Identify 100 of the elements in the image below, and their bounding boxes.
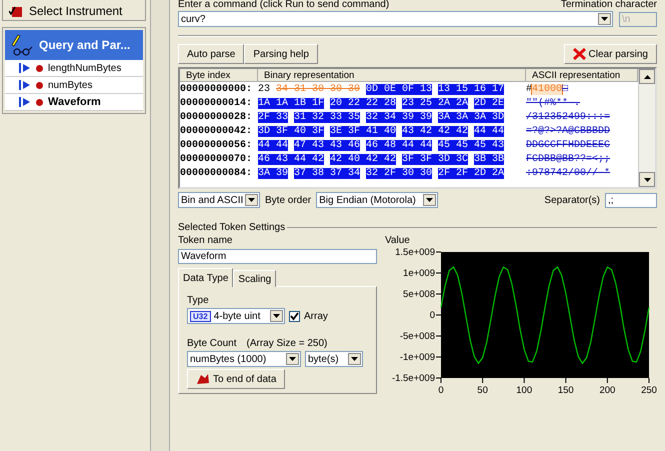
column-header: Byte index bbox=[180, 69, 258, 82]
ascii-text: DDGCCFFHDDEEEC bbox=[526, 140, 610, 150]
byte-index: 00000000000: bbox=[180, 84, 254, 94]
dropdown-button[interactable] bbox=[270, 310, 283, 322]
section-header[interactable]: Query and Par... bbox=[5, 30, 143, 60]
tree-item[interactable]: lengthNumBytes bbox=[5, 60, 143, 77]
auto-parse-button[interactable]: Auto parse bbox=[178, 44, 244, 64]
y-tick bbox=[436, 314, 442, 316]
column-header: ASCII representation bbox=[526, 69, 638, 82]
byte-group: 3B 3B bbox=[474, 154, 504, 164]
byte-order-label: Byte order bbox=[265, 194, 312, 206]
byte-count-dropdown[interactable]: numBytes (1000) bbox=[187, 351, 301, 367]
byte-group: 1A 1A 1B 1F bbox=[258, 98, 324, 108]
x-tick-label: 100 bbox=[516, 385, 532, 396]
byte-group: 31 32 33 35 bbox=[294, 112, 360, 122]
separator-field[interactable]: ,; bbox=[605, 192, 657, 208]
ascii-text: # bbox=[526, 84, 532, 94]
byte-group: 37 38 37 34 bbox=[294, 168, 360, 178]
byte-group: 42 40 42 42 bbox=[330, 154, 396, 164]
x-tick bbox=[482, 378, 484, 384]
clear-parsing-button[interactable]: Clear parsing bbox=[564, 44, 657, 64]
view-dropdown[interactable]: Bin and ASCII bbox=[178, 192, 260, 208]
tree-item[interactable]: numBytes bbox=[5, 77, 143, 94]
x-tick bbox=[565, 378, 566, 384]
byte-group: 46 43 44 42 bbox=[258, 154, 324, 164]
byte-group: 2F 33 bbox=[258, 112, 288, 122]
status-dot-icon bbox=[36, 82, 43, 88]
play-marker-icon bbox=[19, 97, 31, 107]
command-field[interactable]: curv? bbox=[178, 11, 613, 27]
caret-icon bbox=[248, 198, 255, 202]
byte-index: 00000000070: bbox=[180, 154, 254, 164]
y-tick-label: -1e+009 bbox=[400, 352, 435, 363]
byte-index: 00000000042: bbox=[180, 126, 254, 136]
byte-group: 20 22 22 28 bbox=[330, 98, 396, 108]
dropdown-button[interactable] bbox=[423, 194, 436, 206]
unit-dropdown[interactable]: byte(s) bbox=[305, 351, 363, 367]
byte-index: 00000000056: bbox=[180, 140, 254, 150]
array-checkbox[interactable] bbox=[289, 310, 300, 322]
tab[interactable]: Scaling bbox=[233, 270, 276, 287]
byte-index: 00000000084: bbox=[180, 168, 254, 178]
ascii-text: :978742/00//-* bbox=[526, 168, 610, 178]
command-label: Enter a command (click Run to send command) bbox=[178, 0, 390, 10]
type-dropdown[interactable]: U32 4-byte uint bbox=[187, 308, 285, 324]
arrow-icon bbox=[196, 373, 210, 385]
scroll-down-icon bbox=[644, 178, 650, 182]
termination-label: Termination character bbox=[560, 0, 657, 10]
byte-order-dropdown[interactable]: Big Endian (Motorola) bbox=[316, 192, 438, 208]
tree-item[interactable]: Waveform bbox=[5, 94, 143, 111]
tab[interactable]: Data Type bbox=[178, 268, 234, 287]
x-tick-label: 0 bbox=[438, 385, 444, 396]
array-size-text: (Array Size = 250) bbox=[246, 338, 328, 349]
byte-group: 32 34 39 39 bbox=[366, 112, 432, 122]
byte-group: 44 44 bbox=[258, 140, 288, 150]
dropdown-button[interactable] bbox=[598, 13, 611, 25]
scrollbar[interactable] bbox=[638, 69, 655, 187]
separator-label: Separator(s) bbox=[544, 194, 600, 206]
x-tick-label: 50 bbox=[477, 385, 488, 396]
byte-group: 3F 3F 3D 3C bbox=[402, 154, 468, 164]
caret-icon bbox=[273, 314, 280, 318]
byte-group: 3D 3F 40 3F bbox=[258, 126, 324, 136]
dropdown-button[interactable] bbox=[286, 353, 299, 365]
x-tick-label: 200 bbox=[599, 385, 616, 396]
status-dot-icon bbox=[36, 64, 43, 72]
select-instrument-button[interactable]: Select Instrument bbox=[2, 0, 146, 21]
y-tick bbox=[436, 356, 442, 358]
byte-group: 32 2F 30 30 bbox=[366, 168, 432, 178]
byte-group: 45 45 45 43 bbox=[438, 140, 504, 150]
y-tick-label: -1.5e+009 bbox=[392, 373, 435, 384]
byte-group: 46 48 44 44 bbox=[366, 140, 432, 150]
y-tick-label: 0 bbox=[430, 310, 435, 321]
instrument-check-icon bbox=[9, 6, 23, 18]
caret-icon bbox=[426, 198, 434, 202]
scroll-up-icon bbox=[644, 74, 650, 78]
array-label: Array bbox=[304, 310, 328, 322]
ascii-text: ""(#%**-. bbox=[526, 98, 580, 108]
token-name-field[interactable]: Waveform bbox=[178, 249, 377, 264]
end-of-data-button[interactable]: To end of data bbox=[187, 369, 286, 389]
byte-index: 00000000028: bbox=[180, 112, 254, 122]
byte-group: 2D 2E bbox=[474, 98, 504, 108]
ascii-text: 41000 bbox=[532, 84, 562, 94]
y-tick-label: 1.5e+009 bbox=[395, 247, 435, 258]
status-dot-icon bbox=[36, 98, 43, 106]
y-tick-label: 5e+008 bbox=[403, 289, 435, 300]
parsing-help-button[interactable]: Parsing help bbox=[244, 44, 318, 64]
dropdown-button[interactable] bbox=[348, 353, 361, 365]
ascii-text: =?@?>?A@CBBBDD bbox=[526, 126, 610, 136]
y-tick bbox=[436, 272, 442, 274]
token-name-label: Token name bbox=[178, 235, 234, 246]
group-title: Selected Token Settings bbox=[178, 222, 286, 233]
caret-icon bbox=[601, 17, 608, 21]
byte-count-label: Byte Count bbox=[187, 338, 236, 349]
byte-group: 34 31 30 30 30 bbox=[276, 84, 360, 94]
dropdown-button[interactable] bbox=[245, 194, 258, 206]
byte-group: 43 42 42 42 bbox=[402, 126, 468, 136]
y-tick-label: -5e+008 bbox=[400, 331, 435, 342]
byte-group: 3E 3F 41 40 bbox=[330, 126, 396, 136]
caret-icon bbox=[351, 357, 358, 361]
byte-index: 00000000014: bbox=[180, 98, 254, 108]
ascii-text: /312352499:::= bbox=[526, 112, 610, 122]
byte-group: 44 44 bbox=[474, 126, 504, 136]
